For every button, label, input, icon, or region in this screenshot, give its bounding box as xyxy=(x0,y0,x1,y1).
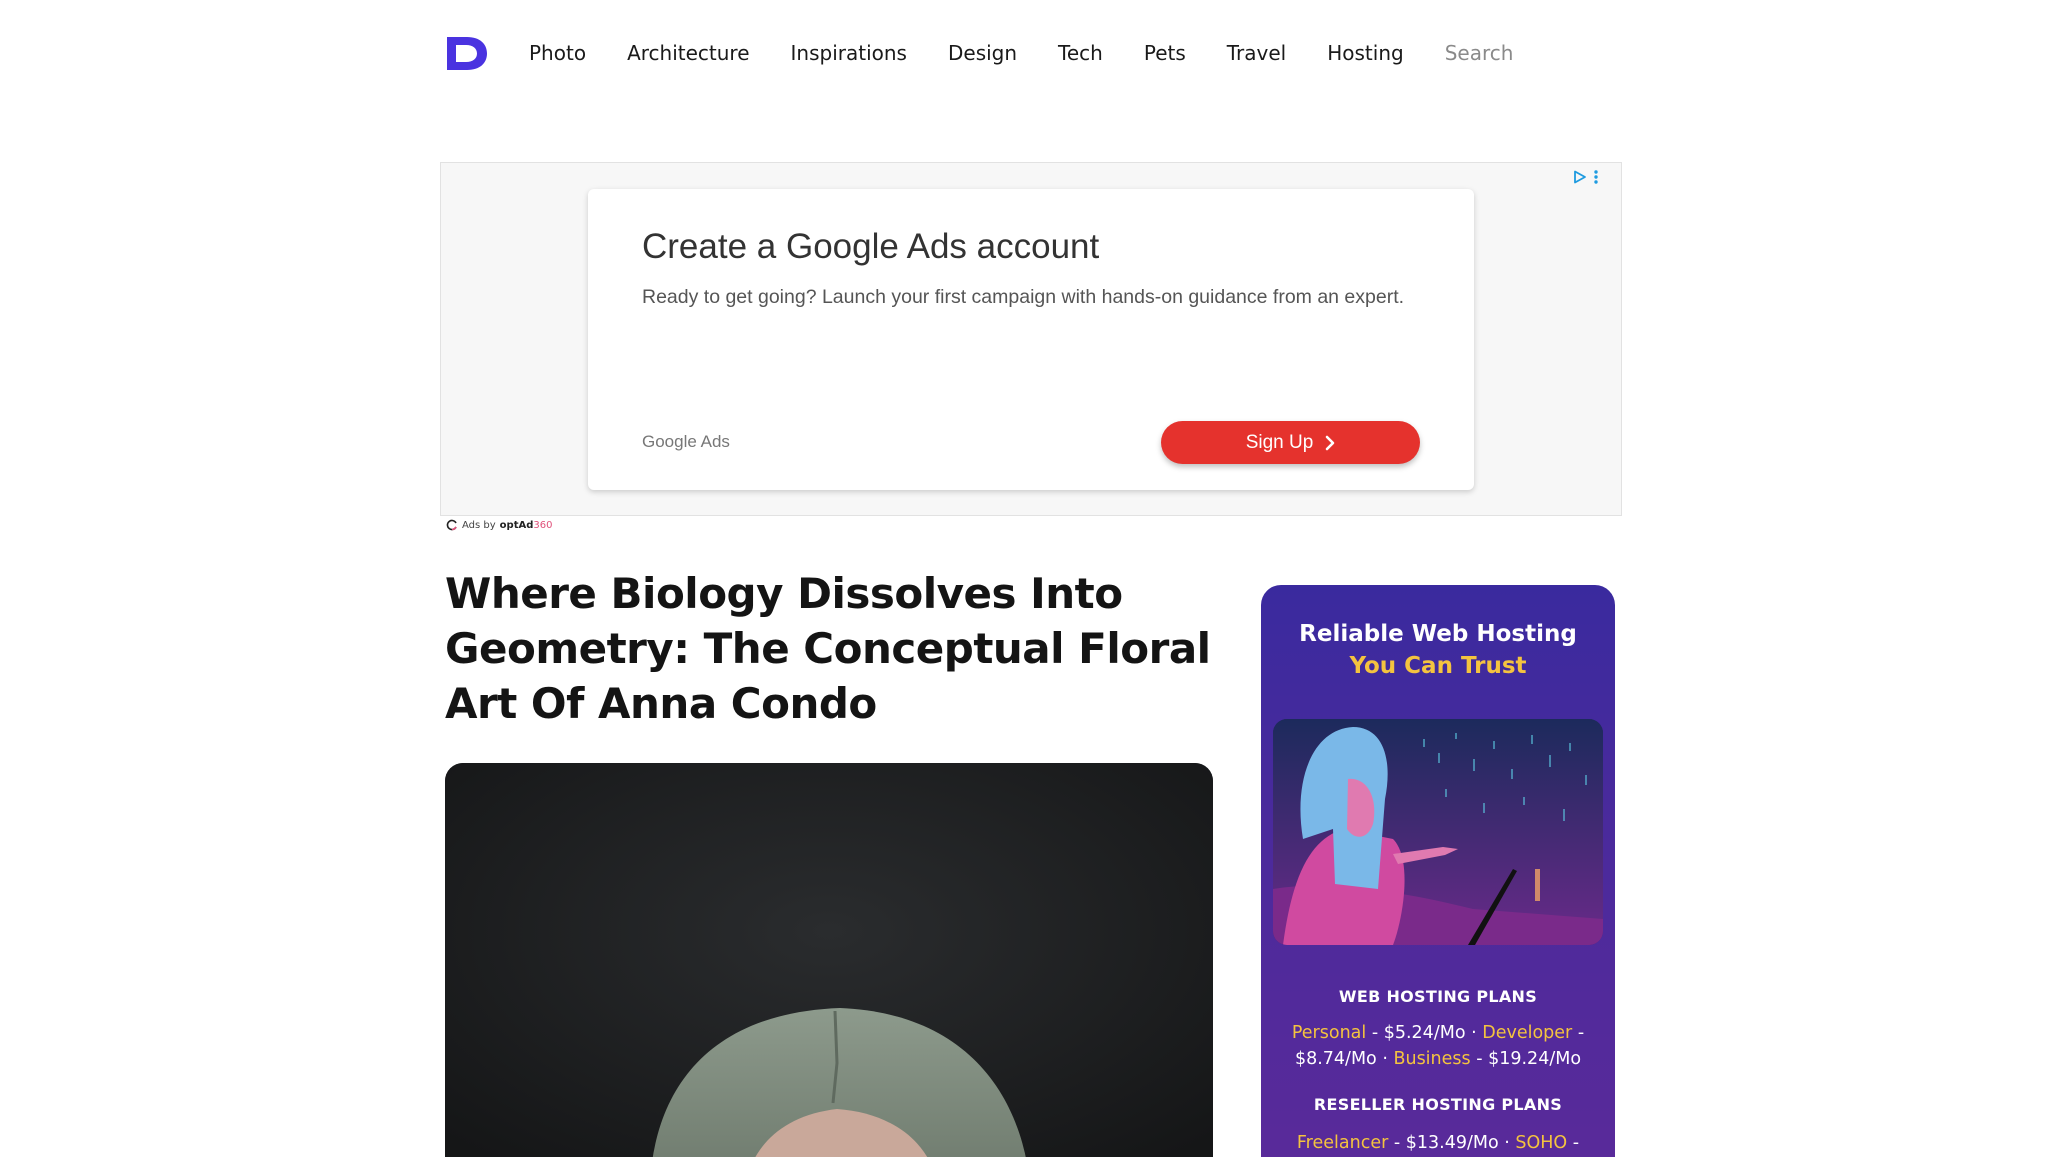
illustration-image xyxy=(1273,719,1603,945)
ad-menu-dots-icon[interactable] xyxy=(1593,169,1599,185)
ad-byline-num: 360 xyxy=(533,519,553,531)
adchoices[interactable] xyxy=(1573,169,1599,185)
nav-item-inspirations[interactable]: Inspirations xyxy=(791,41,907,65)
optad-ring-icon xyxy=(446,519,457,531)
nav-item-tech[interactable]: Tech xyxy=(1058,41,1103,65)
web-hosting-plans-line1: Personal - $5.24/Mo · Developer - xyxy=(1291,1023,1585,1043)
reseller-hosting-plans-line1: Freelancer - $13.49/Mo · SOHO - xyxy=(1296,1133,1580,1153)
nav-item-architecture[interactable]: Architecture xyxy=(627,41,749,65)
plan-personal-price: $5.24/Mo xyxy=(1383,1023,1466,1043)
web-hosting-plans-line2: $8.74/Mo · Business - $19.24/Mo xyxy=(1294,1049,1582,1069)
article-hero-image xyxy=(445,763,1213,1157)
nav-item-travel[interactable]: Travel xyxy=(1227,41,1286,65)
plan-personal[interactable]: Personal xyxy=(1292,1023,1366,1043)
ad-byline-prefix: Ads by xyxy=(462,519,496,531)
nav-item-pets[interactable]: Pets xyxy=(1144,41,1186,65)
adchoices-icon[interactable] xyxy=(1573,170,1587,184)
site-logo-icon[interactable] xyxy=(445,35,489,72)
nav-item-photo[interactable]: Photo xyxy=(529,41,586,65)
plan-freelancer[interactable]: Freelancer xyxy=(1297,1133,1388,1153)
plan-developer[interactable]: Developer xyxy=(1482,1023,1572,1043)
nav-item-design[interactable]: Design xyxy=(948,41,1017,65)
ad-signup-button[interactable]: Sign Up xyxy=(1161,421,1420,464)
plan-business-price: $19.24/Mo xyxy=(1488,1049,1582,1069)
portrait-photo xyxy=(445,763,1213,1157)
main-nav: Photo Architecture Inspirations Design T… xyxy=(529,38,1513,68)
plan-freelancer-price: $13.49/Mo xyxy=(1405,1133,1499,1153)
ad-title[interactable]: Create a Google Ads account xyxy=(642,227,1099,267)
hosting-ad-subheadline: You Can Trust xyxy=(1349,653,1527,679)
plan-soho[interactable]: SOHO xyxy=(1515,1133,1567,1153)
search-input[interactable]: Search xyxy=(1445,41,1514,65)
article-title: Where Biology Dissolves Into Geometry: T… xyxy=(445,569,1211,728)
reseller-hosting-section-title: RESELLER HOSTING PLANS xyxy=(1313,1095,1563,1114)
ad-card[interactable]: Create a Google Ads account Ready to get… xyxy=(588,189,1474,490)
chevron-right-icon xyxy=(1325,435,1335,450)
plan-developer-price: $8.74/Mo xyxy=(1294,1049,1377,1069)
plan-business[interactable]: Business xyxy=(1393,1049,1470,1069)
hosting-ad[interactable]: Reliable Web Hosting You Can Trust WEB H… xyxy=(1261,585,1615,1157)
ad-byline[interactable]: Ads by optAd360 xyxy=(446,519,552,531)
ad-byline-brand: optAd xyxy=(499,519,534,531)
nav-item-hosting[interactable]: Hosting xyxy=(1327,41,1403,65)
ad-description: Ready to get going? Launch your first ca… xyxy=(642,286,1405,308)
ad-banner: Create a Google Ads account Ready to get… xyxy=(440,162,1622,516)
ad-signup-label: Sign Up xyxy=(1245,431,1314,453)
ad-brand: Google Ads xyxy=(642,432,730,451)
hosting-ad-illustration xyxy=(1273,719,1603,945)
hosting-ad-headline: Reliable Web Hosting xyxy=(1299,621,1577,647)
web-hosting-section-title: WEB HOSTING PLANS xyxy=(1338,987,1538,1006)
